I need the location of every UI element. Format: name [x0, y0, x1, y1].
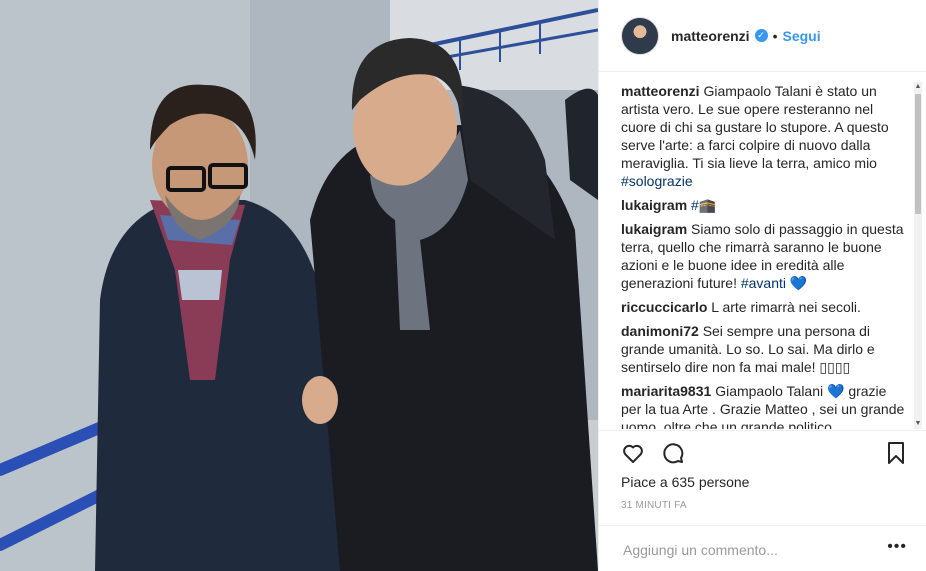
follow-button[interactable]: Segui: [782, 28, 820, 44]
comment-input[interactable]: [621, 538, 875, 562]
post-photo[interactable]: [0, 0, 598, 571]
comment-icon[interactable]: [661, 441, 685, 470]
hashtag-link[interactable]: #🕋: [691, 197, 716, 213]
comment-username[interactable]: matteorenzi: [621, 83, 700, 99]
list-item: riccuccicarlo L arte rimarrà nei secoli.: [621, 298, 909, 316]
list-item: danimoni72 Sei sempre una persona di gra…: [621, 322, 909, 376]
heart-icon[interactable]: [621, 441, 645, 470]
comment-form: •••: [599, 525, 926, 571]
comment-emoji: 💙: [786, 275, 808, 291]
scroll-up-icon[interactable]: ▲: [914, 82, 922, 92]
hashtag-link[interactable]: #avanti: [741, 275, 786, 291]
comments-list[interactable]: matteorenzi Giampaolo Talani è stato un …: [621, 82, 909, 429]
likes-count[interactable]: Piace a 635 persone: [621, 474, 749, 490]
comment-username[interactable]: danimoni72: [621, 323, 699, 339]
post-header: matteorenzi ✓ • Segui: [599, 0, 926, 72]
post-timestamp[interactable]: 31 MINUTI FA: [621, 500, 687, 511]
list-item: lukaigram Siamo solo di passaggio in que…: [621, 220, 909, 292]
comment-username[interactable]: mariarita9831: [621, 383, 711, 399]
header-username[interactable]: matteorenzi: [671, 28, 750, 44]
comment-username[interactable]: riccuccicarlo: [621, 299, 707, 315]
comments-scrollbar[interactable]: ▲ ▼: [914, 82, 922, 429]
scroll-down-icon[interactable]: ▼: [914, 419, 922, 429]
hashtag-link[interactable]: #solograzie: [621, 173, 693, 189]
photo-illustration: [0, 0, 598, 571]
avatar[interactable]: [621, 16, 659, 55]
comment-username[interactable]: lukaigram: [621, 197, 687, 213]
list-item: lukaigram #🕋: [621, 196, 909, 214]
comment-text: L arte rimarrà nei secoli.: [711, 299, 861, 315]
comment-username[interactable]: lukaigram: [621, 221, 687, 237]
post-actions: Piace a 635 persone 31 MINUTI FA: [599, 430, 926, 535]
post-side-panel: matteorenzi ✓ • Segui matteorenzi Giampa…: [598, 0, 926, 571]
separator-dot: •: [772, 27, 778, 44]
verified-badge-icon: ✓: [754, 29, 768, 42]
scroll-thumb[interactable]: [915, 94, 921, 214]
caption: matteorenzi Giampaolo Talani è stato un …: [621, 82, 909, 190]
list-item: mariarita9831 Giampaolo Talani 💙 grazie …: [621, 382, 909, 429]
bookmark-icon[interactable]: [885, 441, 907, 470]
more-options-icon[interactable]: •••: [887, 538, 907, 556]
